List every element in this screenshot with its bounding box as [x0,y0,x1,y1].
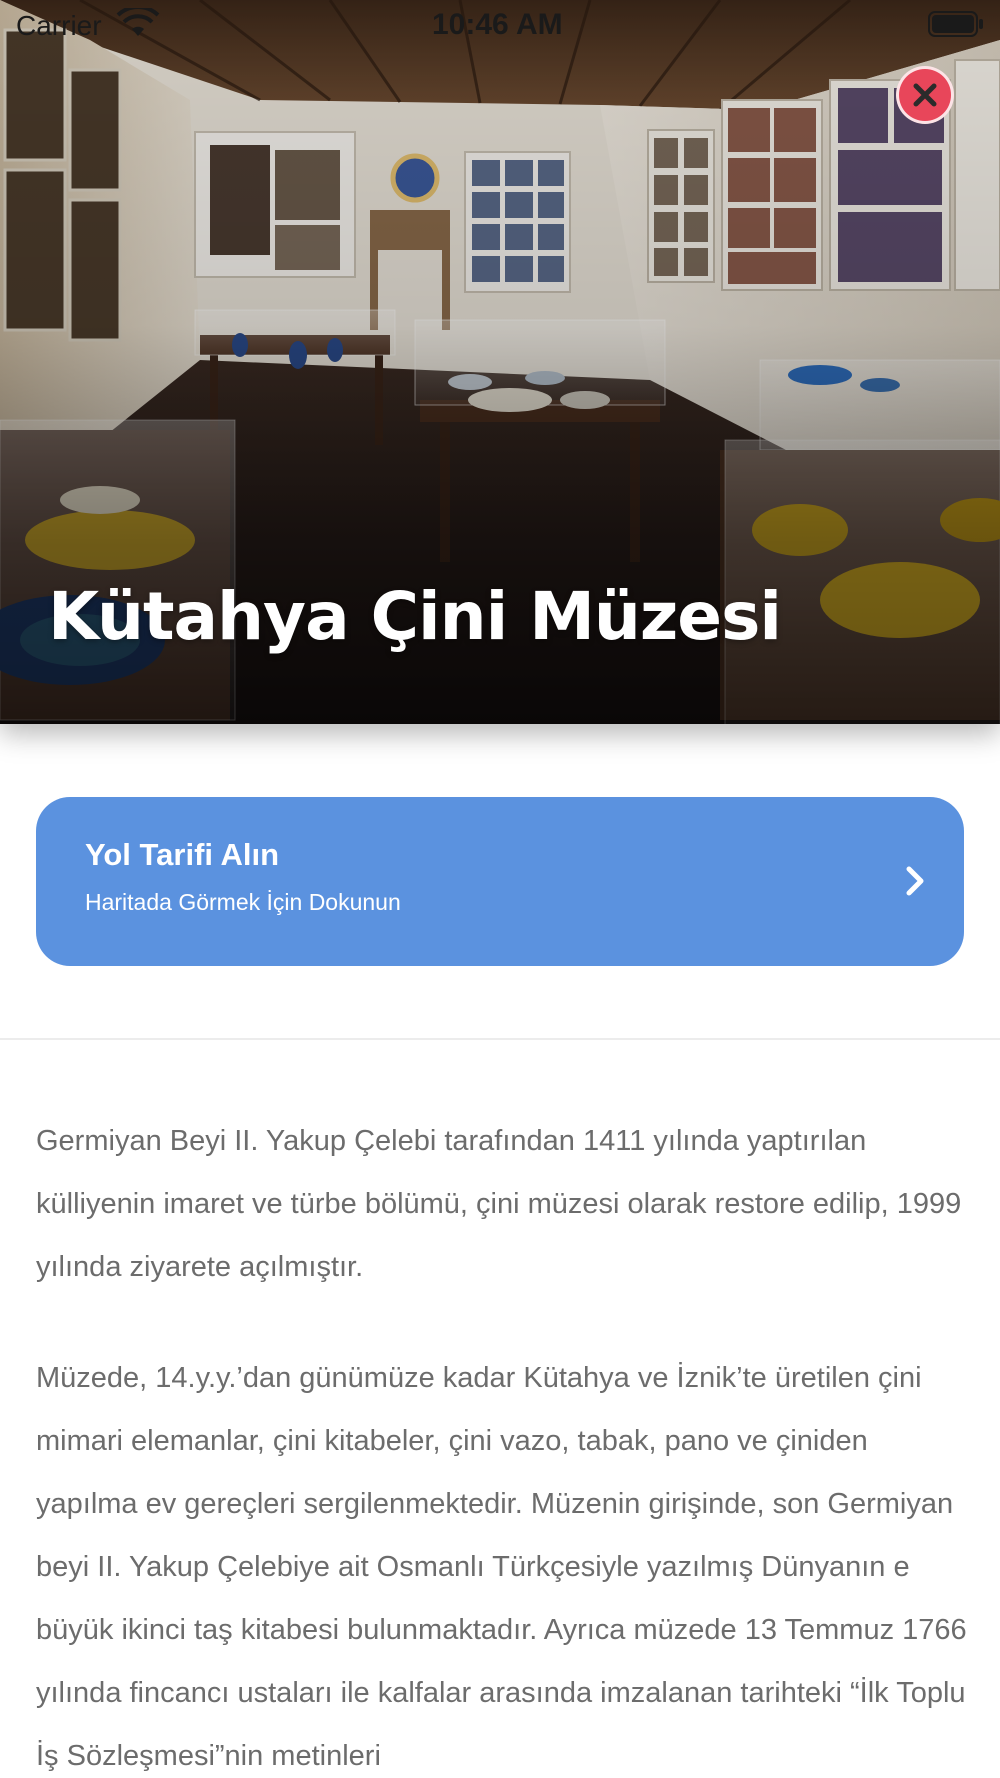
close-button[interactable] [896,66,954,124]
clock-time: 10:46 AM [432,8,563,41]
hero-image: Kütahya Çini Müzesi [0,0,1000,724]
wifi-icon [116,8,160,36]
directions-subtitle: Haritada Görmek İçin Dokunun [85,889,401,915]
description-paragraph: Germiyan Beyi II. Yakup Çelebi tarafında… [36,1125,962,1283]
status-bar: Carrier 10:46 AM [0,0,1000,50]
description-paragraph: Müzede, 14.y.y.’dan günümüze kadar Kütah… [36,1362,967,1772]
close-icon [913,83,937,107]
museum-detail-screen: Kütahya Çini Müzesi Carrier 10:46 AM Yol… [0,0,1000,1778]
carrier-label: Carrier [16,10,102,41]
directions-title: Yol Tarifi Alın [85,837,280,872]
museum-description: Germiyan Beyi II. Yakup Çelebi tarafında… [36,1110,971,1778]
chevron-right-icon [906,866,924,896]
battery-icon [928,11,983,37]
section-divider [0,1038,1000,1040]
get-directions-button[interactable]: Yol Tarifi Alın Haritada Görmek İçin Dok… [36,797,964,966]
museum-title: Kütahya Çini Müzesi [48,578,782,655]
